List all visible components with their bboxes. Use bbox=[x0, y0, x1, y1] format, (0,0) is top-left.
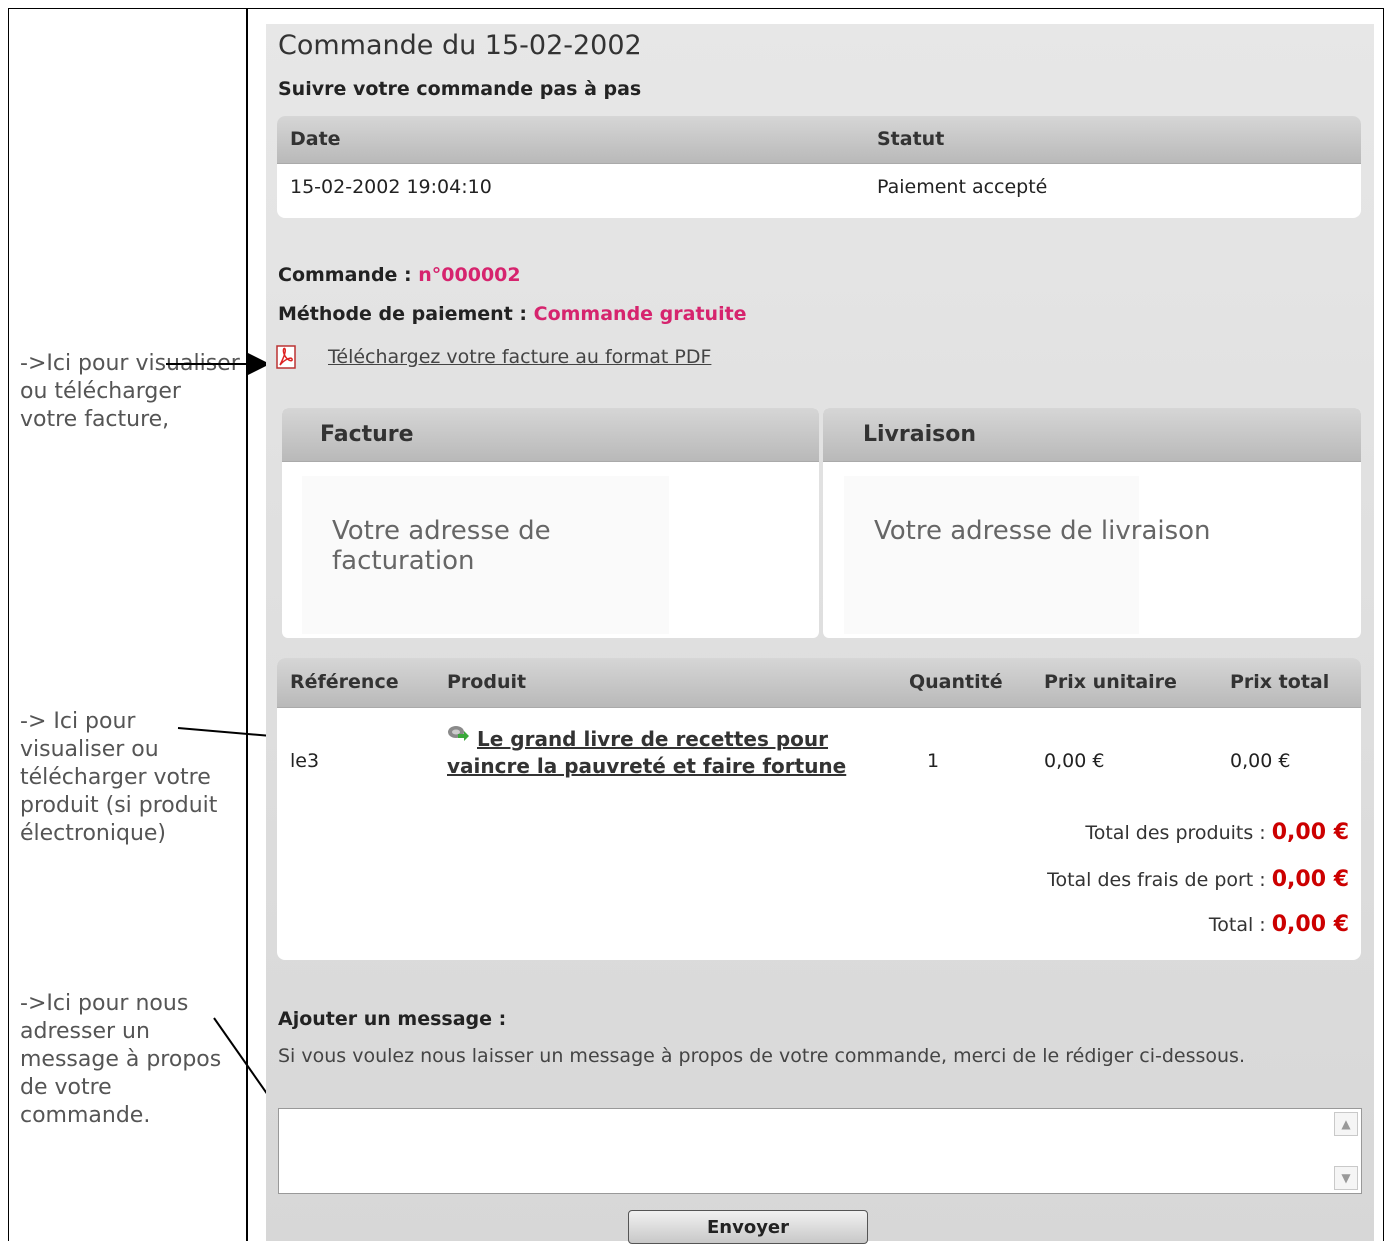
history-header: Date Statut bbox=[277, 116, 1361, 164]
products-table: Référence Produit Quantité Prix unitaire… bbox=[277, 658, 1361, 960]
history-col-status: Statut bbox=[877, 128, 945, 150]
delivery-address-box: Livraison Votre adresse de livraison bbox=[823, 408, 1361, 638]
product-reference: le3 bbox=[290, 750, 320, 772]
order-number-line: Commande : n°000002 bbox=[278, 264, 521, 286]
payment-method-line: Méthode de paiement : Commande gratuite bbox=[278, 303, 747, 325]
message-scrollbar[interactable]: ▲ ▼ bbox=[1332, 1110, 1360, 1192]
billing-title: Facture bbox=[282, 408, 819, 462]
total-shipping-label: Total des frais de port : bbox=[1047, 869, 1266, 891]
total-overall: Total : 0,00 € bbox=[1209, 912, 1349, 937]
product-download-link[interactable]: Le grand livre de recettes pour vaincre … bbox=[447, 726, 897, 780]
order-number-label: Commande : bbox=[278, 264, 412, 286]
history-col-date: Date bbox=[290, 128, 341, 150]
payment-method: Commande gratuite bbox=[533, 303, 747, 325]
billing-address-box: Facture Votre adresse de facturation bbox=[282, 408, 819, 638]
order-history-table: Date Statut 15-02-2002 19:04:10 Paiement… bbox=[277, 116, 1361, 218]
history-status: Paiement accepté bbox=[877, 176, 1048, 198]
send-message-button[interactable]: Envoyer bbox=[628, 1210, 868, 1244]
pdf-invoice-link[interactable]: Téléchargez votre facture au format PDF bbox=[328, 346, 711, 368]
col-quantity: Quantité bbox=[909, 671, 1003, 693]
page-title: Commande du 15-02-2002 bbox=[278, 30, 642, 61]
billing-address: Votre adresse de facturation bbox=[302, 476, 669, 634]
col-reference: Référence bbox=[290, 671, 399, 693]
frame-divider bbox=[246, 8, 248, 1241]
col-total-price: Prix total bbox=[1230, 671, 1330, 693]
col-product: Produit bbox=[447, 671, 527, 693]
follow-heading: Suivre votre commande pas à pas bbox=[278, 78, 642, 100]
scroll-down-icon[interactable]: ▼ bbox=[1334, 1166, 1358, 1190]
message-textarea[interactable] bbox=[278, 1108, 1362, 1194]
delivery-address: Votre adresse de livraison bbox=[844, 476, 1211, 634]
product-quantity: 1 bbox=[927, 750, 940, 772]
total-value: 0,00 € bbox=[1271, 912, 1349, 937]
total-label: Total : bbox=[1208, 914, 1266, 936]
total-products-label: Total des produits : bbox=[1085, 822, 1266, 844]
delivery-title: Livraison bbox=[823, 408, 1361, 462]
total-products: Total des produits : 0,00 € bbox=[1085, 820, 1349, 845]
message-help: Si vous voulez nous laisser un message à… bbox=[278, 1045, 1245, 1067]
annotation-message: ->Ici pour nous adresser un message à pr… bbox=[20, 991, 222, 1128]
history-date: 15-02-2002 19:04:10 bbox=[290, 176, 492, 198]
table-row: 15-02-2002 19:04:10 Paiement accepté bbox=[277, 164, 1361, 218]
annotation-invoice: ->Ici pour visualiser ou télécharger vot… bbox=[20, 351, 240, 432]
total-shipping-value: 0,00 € bbox=[1271, 867, 1349, 892]
scroll-up-icon[interactable]: ▲ bbox=[1334, 1112, 1358, 1136]
product-unit-price: 0,00 € bbox=[1044, 750, 1105, 772]
total-shipping: Total des frais de port : 0,00 € bbox=[1047, 867, 1349, 892]
pdf-download[interactable]: Téléchargez votre facture au format PDF bbox=[276, 342, 711, 372]
annotation-product: -> Ici pour visualiser ou télécharger vo… bbox=[20, 709, 218, 846]
col-unit-price: Prix unitaire bbox=[1044, 671, 1177, 693]
message-title: Ajouter un message : bbox=[278, 1008, 507, 1030]
order-number: n°000002 bbox=[418, 264, 521, 286]
total-products-value: 0,00 € bbox=[1271, 820, 1349, 845]
payment-method-label: Méthode de paiement : bbox=[278, 303, 527, 325]
products-header: Référence Produit Quantité Prix unitaire… bbox=[277, 658, 1361, 708]
pdf-icon[interactable] bbox=[276, 345, 298, 369]
product-total-price: 0,00 € bbox=[1230, 750, 1291, 772]
